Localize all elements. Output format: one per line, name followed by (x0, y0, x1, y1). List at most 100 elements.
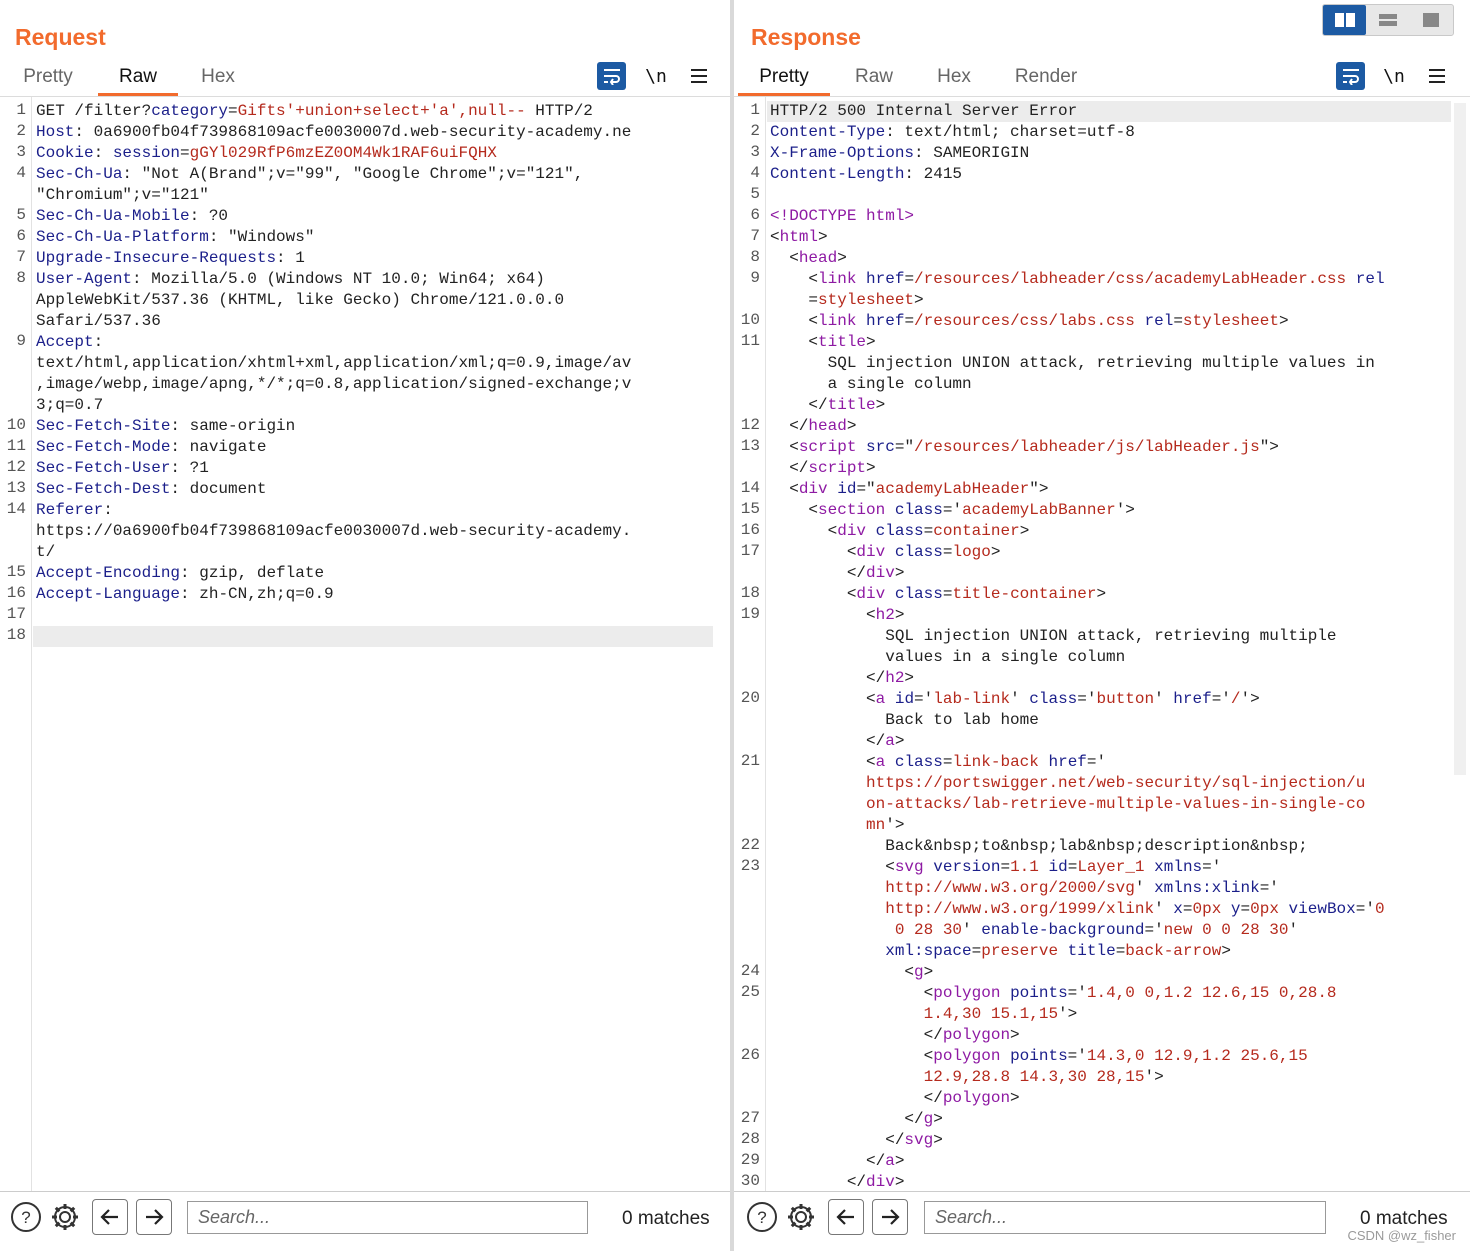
code-token: div (798, 480, 828, 498)
line-number: 15 (740, 500, 760, 518)
code-token: > (1221, 942, 1231, 960)
response-scrollbar[interactable] (1454, 103, 1466, 775)
code-token: back-arrow (1125, 942, 1222, 960)
editor-menu-button[interactable] (1426, 62, 1448, 90)
code-token: > (933, 1110, 943, 1128)
code-token: = (1173, 312, 1183, 330)
code-token: 0 (1374, 900, 1385, 918)
code-token: version (933, 858, 1001, 876)
help-button[interactable]: ? (746, 1201, 778, 1233)
code-token: /resources/css/labs.css (914, 312, 1135, 330)
code-token: > (923, 963, 934, 981)
line-number: 11 (6, 437, 26, 455)
code-token: a (885, 732, 895, 750)
request-editor[interactable]: 1 GET /filter?category=Gifts'+union+selec… (0, 97, 730, 1191)
single-pane-icon (1423, 13, 1440, 27)
code-token: head (808, 417, 847, 435)
code-token: link (818, 270, 857, 288)
code-token: = (1067, 858, 1078, 876)
tab-pretty[interactable]: Pretty (738, 60, 830, 96)
code-token: > (894, 564, 905, 582)
editor-menu-button[interactable] (688, 62, 710, 90)
next-match-button[interactable] (136, 1199, 172, 1235)
show-newlines-button[interactable]: \n (1382, 62, 1406, 90)
code-line: Referer: (36, 500, 113, 521)
show-newlines-button[interactable]: \n (644, 62, 668, 90)
code-line: </polygon> (770, 1025, 1020, 1046)
tab-raw[interactable]: Raw (98, 60, 178, 96)
code-token: 0 28 30 (770, 921, 963, 939)
tab-raw[interactable]: Raw (844, 60, 904, 96)
arrow-left-icon (100, 1209, 118, 1225)
wrap-lines-button[interactable] (597, 62, 626, 90)
tab-hex[interactable]: Hex (186, 60, 250, 96)
request-search-input[interactable] (187, 1201, 588, 1234)
code-token: > (846, 417, 857, 435)
code-token: < (770, 543, 857, 561)
layout-stacked-button[interactable] (1366, 5, 1409, 35)
line-number: 10 (740, 311, 760, 329)
code-token: lab-link (933, 690, 1011, 708)
response-search-input[interactable] (924, 1201, 1326, 1234)
code-token: "Chromium";v="121" (36, 186, 209, 204)
line-number: 9 (16, 332, 26, 350)
code-line: </div> (770, 563, 905, 584)
line-number: 15 (6, 563, 26, 581)
line-number: 19 (740, 605, 760, 623)
settings-button[interactable] (785, 1201, 817, 1233)
code-token: HTTP/2 500 Internal Server Error (770, 102, 1078, 120)
code-token: head (798, 249, 838, 267)
tab-pretty[interactable]: Pretty (10, 60, 86, 96)
layout-single-button[interactable] (1410, 5, 1453, 35)
code-token: =' (1086, 753, 1107, 771)
arrow-left-icon (836, 1209, 854, 1225)
code-token: html (779, 228, 819, 246)
code-token: =' (1067, 984, 1087, 1002)
code-line: </a> (770, 731, 904, 752)
code-token: section (818, 501, 886, 519)
columns-icon (1334, 13, 1355, 27)
help-button[interactable]: ? (10, 1201, 42, 1233)
code-line: SQL injection UNION attack, retrieving m… (770, 626, 1336, 647)
code-token: container (933, 522, 1020, 540)
code-token: Accept-Language (36, 585, 181, 603)
settings-button[interactable] (49, 1201, 81, 1233)
code-token: : 1 (276, 249, 305, 267)
code-line: Accept-Encoding: gzip, deflate (36, 563, 324, 584)
code-token: < (770, 438, 799, 456)
code-token: < (770, 228, 780, 246)
tab-hex[interactable]: Hex (924, 60, 984, 96)
code-token: = (1240, 900, 1251, 918)
code-token: class (875, 522, 924, 540)
code-line: <script src="/resources/labheader/js/lab… (770, 437, 1279, 458)
watermark: CSDN @wz_fisher (1347, 1228, 1456, 1243)
code-token: script (808, 459, 867, 477)
code-token: : navigate (170, 438, 267, 456)
code-token: </ (770, 669, 886, 687)
code-line: Cookie: session=gGYl029RfP6mzEZ0OM4Wk1RA… (36, 143, 497, 164)
layout-side-by-side-button[interactable] (1323, 5, 1367, 35)
code-token: stylesheet (818, 291, 915, 309)
code-line: Content-Length: 2415 (770, 164, 962, 185)
code-token: session (112, 144, 181, 162)
line-number: 26 (740, 1046, 760, 1064)
previous-match-button[interactable] (828, 1199, 864, 1235)
code-token: Upgrade-Insecure-Requests (36, 249, 277, 267)
code-token: Referer (36, 501, 104, 519)
wrap-lines-button[interactable] (1336, 62, 1365, 90)
svg-text:?: ? (21, 1208, 30, 1227)
code-token: /resources/labheader/css/academyLabHeade… (914, 270, 1347, 288)
code-line: </polygon> (770, 1088, 1020, 1109)
code-line: =stylesheet> (770, 290, 923, 311)
tab-render[interactable]: Render (1006, 60, 1086, 96)
line-number: 9 (750, 269, 760, 287)
previous-match-button[interactable] (92, 1199, 128, 1235)
line-number: 17 (6, 605, 26, 623)
response-editor[interactable]: 1 HTTP/2 500 Internal Server Error 2 Conten… (734, 97, 1470, 1191)
code-token: =' (1259, 879, 1279, 897)
line-number: 30 (740, 1172, 760, 1190)
next-match-button[interactable] (872, 1199, 908, 1235)
